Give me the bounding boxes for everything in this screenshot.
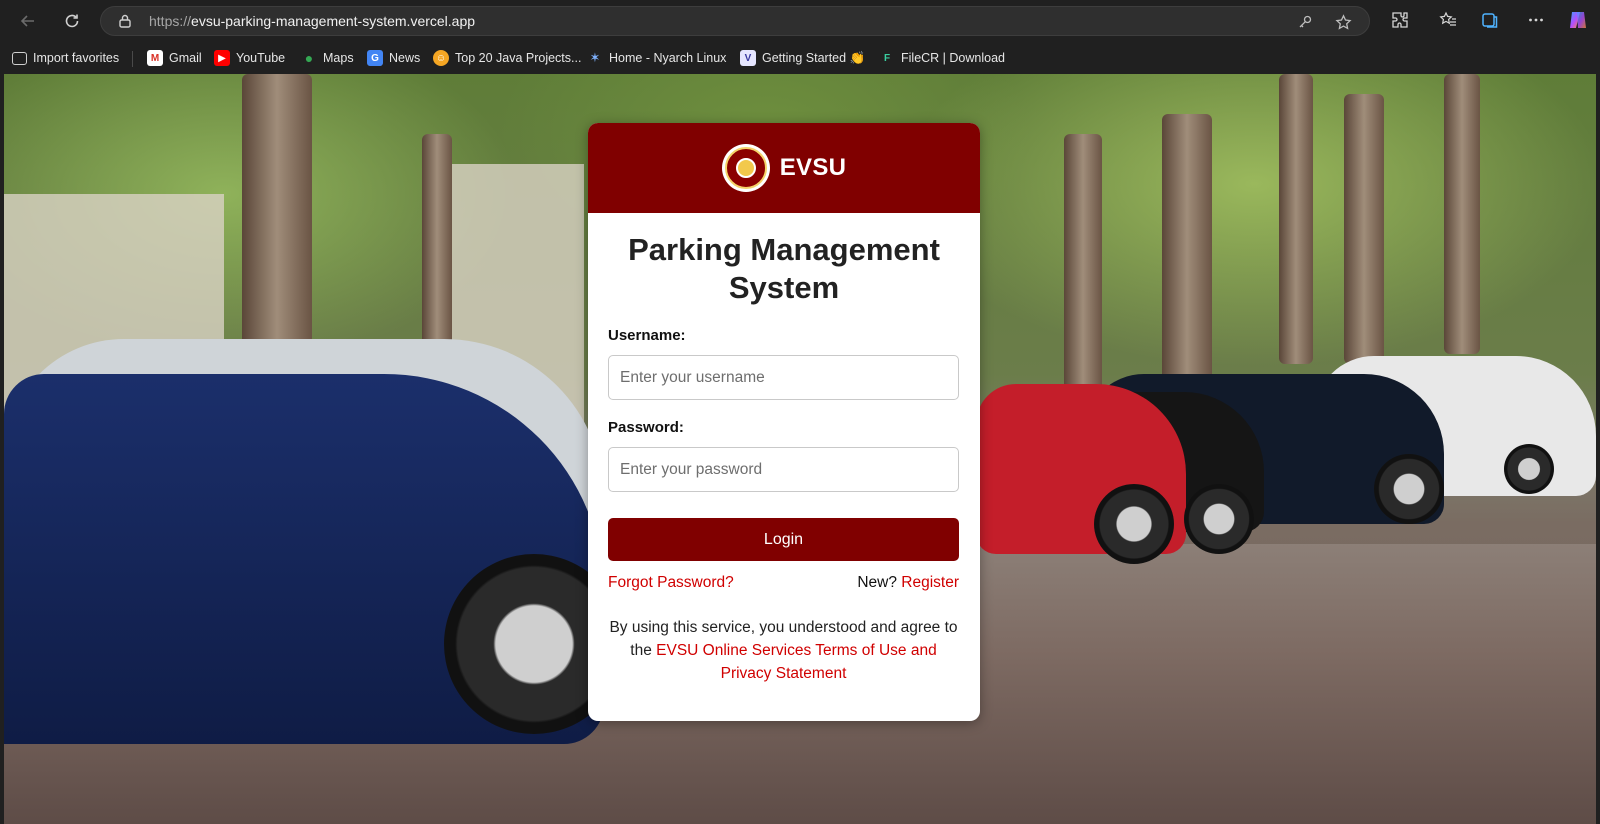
browser-toolbar: https://evsu-parking-management-system.v… [0, 0, 1600, 42]
bookmarks-bar: Import favorites M Gmail ▶ YouTube ● Map… [0, 42, 1600, 74]
bookmark-java-projects[interactable]: ☺ Top 20 Java Projects... [433, 49, 581, 67]
tree-trunk [1344, 94, 1384, 364]
seal-ring [724, 147, 767, 189]
card-header: EVSU [588, 123, 980, 213]
register-link[interactable]: Register [901, 574, 959, 591]
car-wheel [1184, 484, 1254, 554]
folder-import-icon [12, 51, 27, 65]
bookmark-maps[interactable]: ● Maps [301, 49, 354, 67]
car-wheel [1094, 484, 1174, 564]
bookmark-getting-started[interactable]: V Getting Started 👏 [740, 49, 865, 67]
bookmark-news[interactable]: G News [367, 49, 420, 67]
username-label: Username: [608, 327, 686, 344]
bookmark-gmail[interactable]: M Gmail [147, 49, 202, 67]
terms-notice: By using this service, you understood an… [608, 616, 959, 685]
forgot-password-link[interactable]: Forgot Password? [608, 574, 734, 592]
bookmarks-divider [132, 51, 133, 67]
address-bar[interactable]: https://evsu-parking-management-system.v… [100, 6, 1370, 36]
maps-pin-icon: ● [304, 50, 314, 66]
java-projects-icon: ☺ [433, 50, 449, 66]
tree-trunk [1444, 74, 1480, 354]
username-input[interactable] [608, 355, 959, 400]
getting-started-icon: V [740, 50, 756, 66]
terms-link[interactable]: EVSU Online Services Terms of Use and Pr… [656, 642, 937, 682]
back-icon[interactable] [10, 3, 46, 39]
password-key-icon[interactable] [1295, 12, 1315, 32]
collections-icon[interactable] [1478, 8, 1502, 32]
bookmark-import-favorites[interactable]: Import favorites [12, 49, 119, 67]
page-viewport: EVSU Parking Management System Username:… [4, 74, 1596, 824]
login-button[interactable]: Login [608, 518, 959, 561]
tree-trunk [1279, 74, 1313, 364]
bookmark-filecr[interactable]: F FileCR | Download [879, 49, 1005, 67]
extensions-icon[interactable] [1388, 8, 1412, 32]
car-wheel [1504, 444, 1554, 494]
register-prompt: New? Register [857, 574, 959, 592]
page-title: Parking Management System [628, 232, 940, 305]
evsu-seal-logo [721, 144, 770, 192]
new-text: New? [857, 574, 897, 591]
favorites-list-icon[interactable] [1436, 8, 1460, 32]
car-wheel [1374, 454, 1444, 524]
more-options-icon[interactable] [1524, 8, 1548, 32]
youtube-icon: ▶ [214, 50, 230, 66]
news-icon: G [367, 50, 383, 66]
reload-icon[interactable] [54, 3, 90, 39]
url-text[interactable]: https://evsu-parking-management-system.v… [149, 13, 475, 29]
brand-name: EVSU [779, 154, 847, 181]
bookmark-youtube[interactable]: ▶ YouTube [214, 49, 285, 67]
nyarch-icon: ✶ [589, 50, 601, 65]
copilot-icon[interactable] [1566, 8, 1590, 32]
login-card: EVSU Parking Management System Username:… [588, 123, 980, 721]
auth-links: Forgot Password? New? Register [608, 574, 959, 594]
filecr-icon: F [883, 52, 891, 64]
password-input[interactable] [608, 447, 959, 492]
favorite-star-icon[interactable] [1333, 12, 1353, 32]
seal-core [735, 158, 756, 178]
password-label: Password: [608, 419, 684, 436]
gmail-icon: M [147, 50, 163, 66]
bookmark-nyarch-linux[interactable]: ✶ Home - Nyarch Linux [587, 49, 727, 67]
lock-icon[interactable] [117, 13, 133, 29]
